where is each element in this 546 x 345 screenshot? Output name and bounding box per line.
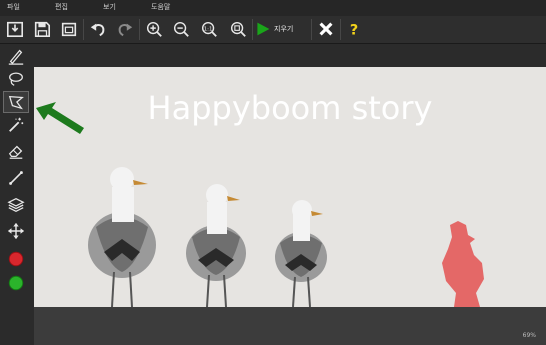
layers-tool[interactable] (3, 194, 29, 216)
menu-file[interactable]: 파일 (7, 2, 20, 12)
eraser-tool[interactable] (3, 140, 29, 162)
selected-seagull-red (442, 221, 484, 307)
toolbar-separator (311, 19, 312, 40)
background-color-swatch[interactable] (3, 272, 29, 294)
seagull-3 (275, 200, 327, 307)
magic-wand-tool[interactable] (3, 114, 29, 136)
foreground-color-swatch[interactable] (3, 248, 29, 270)
zoom-out-icon[interactable] (170, 18, 192, 40)
menu-edit[interactable]: 편집 (55, 2, 68, 12)
window-icon[interactable] (58, 18, 80, 40)
zoom-in-icon[interactable] (143, 18, 165, 40)
line-icon (9, 171, 23, 185)
toolbar: 1:1 지우기 ? (0, 16, 546, 44)
green-arrow-annotation (36, 102, 84, 134)
red-circle-icon (8, 251, 24, 267)
menu-bar: 파일 편집 보기 도움말 (0, 0, 546, 16)
move-icon (7, 222, 25, 240)
save-icon[interactable] (31, 18, 53, 40)
play-icon (257, 22, 270, 36)
toolbar-separator (139, 19, 140, 40)
menu-help[interactable]: 도움말 (151, 2, 170, 12)
zoom-readout: 69% (522, 332, 536, 339)
erase-button[interactable]: 지우기 (255, 18, 309, 40)
seagull-1 (88, 167, 156, 307)
polygon-lasso-icon (8, 95, 24, 110)
close-icon[interactable] (315, 18, 337, 40)
import-icon[interactable] (4, 18, 26, 40)
brush-icon (8, 49, 24, 65)
eraser-icon (8, 145, 23, 159)
toolbar-separator (340, 19, 341, 40)
seagull-2 (186, 184, 246, 307)
svg-text:?: ? (350, 22, 358, 38)
menu-view[interactable]: 보기 (103, 2, 116, 12)
toolbar-separator (83, 19, 84, 40)
green-circle-icon (8, 275, 24, 291)
polygon-lasso-tool[interactable] (3, 91, 29, 113)
move-tool[interactable] (3, 220, 29, 242)
zoom-fit-icon[interactable] (227, 18, 249, 40)
help-icon[interactable]: ? (343, 18, 365, 40)
tool-sidebar (0, 44, 33, 345)
undo-icon[interactable] (87, 18, 109, 40)
toolbar-separator (252, 19, 253, 40)
lasso-icon (9, 72, 23, 86)
layers-icon (7, 197, 25, 213)
svg-text:1:1: 1:1 (204, 26, 213, 32)
image-canvas[interactable]: Happyboom story (34, 67, 546, 307)
seagull-photo (88, 167, 484, 307)
redo-icon[interactable] (114, 18, 136, 40)
magic-wand-icon (9, 117, 24, 132)
brush-tool[interactable] (3, 45, 29, 67)
canvas-empty-area (34, 307, 546, 345)
line-tool[interactable] (3, 167, 29, 189)
lasso-tool[interactable] (3, 68, 29, 90)
erase-button-label: 지우기 (274, 25, 294, 33)
zoom-actual-icon[interactable]: 1:1 (198, 18, 220, 40)
